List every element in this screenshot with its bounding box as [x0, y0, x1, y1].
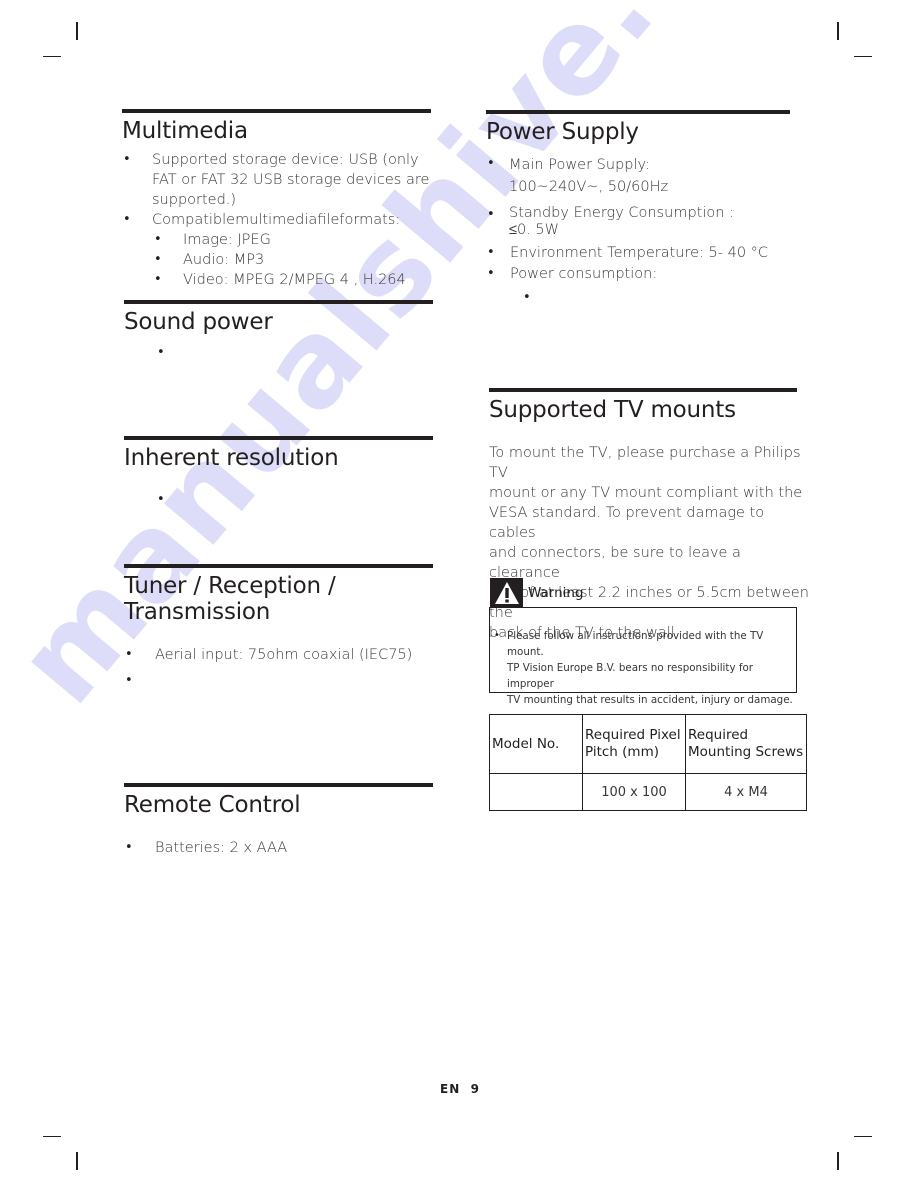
text-line: TP Vision Europe B.V. bears no responsib…: [507, 662, 753, 690]
bullet: •: [523, 290, 531, 305]
section-rule: [124, 300, 433, 304]
text-line: To mount the TV, please purchase a Phili…: [489, 445, 801, 481]
list-item-storage: Supported storage device: USB (only FAT …: [152, 150, 432, 210]
header-model-no: Model No.: [489, 714, 583, 774]
header-text: Model No.: [492, 735, 560, 752]
page-footer: EN 9: [440, 1082, 480, 1096]
heading-line: Tuner / Reception /: [124, 573, 336, 599]
heading-remote-control: Remote Control: [124, 792, 301, 818]
bullet: •: [125, 647, 133, 662]
bullet: •: [154, 252, 162, 267]
warning-header: Warning: [490, 578, 584, 608]
header-text: Pitch (mm): [585, 744, 659, 760]
text-line: supported.): [152, 192, 237, 208]
text-line: VESA standard. To prevent damage to cabl…: [489, 505, 765, 541]
bullet: •: [487, 245, 495, 260]
text-line: Please follow all instructions provided …: [507, 630, 764, 658]
bullet: •: [123, 212, 131, 227]
list-item-standby: Standby Energy Consumption : ≤0. 5W: [509, 205, 734, 239]
section-rule: [489, 388, 797, 392]
bullet: •: [154, 232, 162, 247]
heading-multimedia: Multimedia: [122, 118, 248, 144]
list-item-temperature: Environment Temperature: 5- 40 °C: [510, 245, 769, 261]
mounts-table: Model No. Required Pixel Pitch (mm) Requ…: [489, 714, 807, 811]
sub-item-video: Video: MPEG 2/MPEG 4 , H.264: [183, 272, 406, 288]
heading-tv-mounts: Supported TV mounts: [489, 397, 736, 423]
warning-box: • Please follow all instructions provide…: [489, 607, 797, 706]
bullet: •: [125, 840, 133, 855]
list-item-aerial: Aerial input: 75ohm coaxial (IEC75): [155, 647, 413, 663]
sub-item-image: Image: JPEG: [183, 232, 271, 248]
header-pixel-pitch: Required Pixel Pitch (mm): [582, 714, 686, 774]
table-header-row: Model No. Required Pixel Pitch (mm) Requ…: [489, 714, 807, 774]
list-item-main-power: Main Power Supply: 100~240V~, 50/60Hz: [509, 154, 668, 198]
text-line: mount or any TV mount compliant with the: [489, 485, 803, 501]
text-line: FAT or FAT 32 USB storage devices are: [152, 172, 430, 188]
cell-mounting-screws: 4 x M4: [685, 773, 807, 811]
section-rule: [124, 436, 433, 440]
heading-sound-power: Sound power: [124, 309, 273, 335]
bullet: •: [487, 156, 495, 171]
text-line: Main Power Supply:: [509, 157, 650, 173]
bullet: •: [157, 345, 165, 360]
heading-inherent-resolution: Inherent resolution: [124, 445, 339, 471]
text-line: and connectors, be sure to leave a clear…: [489, 545, 741, 581]
warning-triangle-icon: [490, 578, 523, 608]
page-number: 9: [470, 1082, 480, 1096]
warning-text: Please follow all instructions provided …: [507, 628, 797, 708]
text-line: 100~240V~, 50/60Hz: [509, 179, 669, 195]
cell-model-no: [489, 773, 583, 811]
section-rule: [124, 564, 433, 568]
header-text: Mounting Screws: [688, 744, 804, 760]
bullet: •: [125, 673, 133, 688]
table-row: 100 x 100 4 x M4: [489, 773, 807, 811]
text-line: TV mounting that results in accident, in…: [507, 694, 793, 706]
warning-label: Warning: [528, 585, 584, 601]
text-line: Supported storage device: USB (only: [152, 152, 419, 168]
text-line: ≤0. 5W: [509, 222, 559, 238]
heading-tuner: Tuner / Reception / Transmission: [124, 573, 336, 625]
bullet: •: [487, 266, 495, 281]
header-text: Required: [688, 727, 749, 743]
bullet: •: [157, 492, 165, 507]
bullet: •: [154, 272, 162, 287]
cell-pixel-pitch: 100 x 100: [582, 773, 686, 811]
header-text: Required Pixel: [585, 727, 681, 743]
text-line: Standby Energy Consumption :: [509, 205, 734, 221]
section-rule: [486, 110, 790, 114]
list-item-power-consumption: Power consumption:: [510, 266, 658, 282]
header-mounting-screws: Required Mounting Screws: [685, 714, 807, 774]
footer-lang: EN: [440, 1082, 461, 1096]
list-item-formats: Compatiblemultimediafileformats:: [152, 212, 401, 228]
list-item-batteries: Batteries: 2 x AAA: [155, 840, 288, 856]
bullet: •: [487, 207, 495, 222]
heading-power-supply: Power Supply: [486, 119, 639, 145]
heading-line: Transmission: [124, 599, 271, 625]
bullet: •: [123, 152, 131, 167]
section-rule: [124, 783, 433, 787]
sub-item-audio: Audio: MP3: [183, 252, 265, 268]
bullet: •: [494, 630, 500, 641]
section-rule: [122, 109, 431, 113]
